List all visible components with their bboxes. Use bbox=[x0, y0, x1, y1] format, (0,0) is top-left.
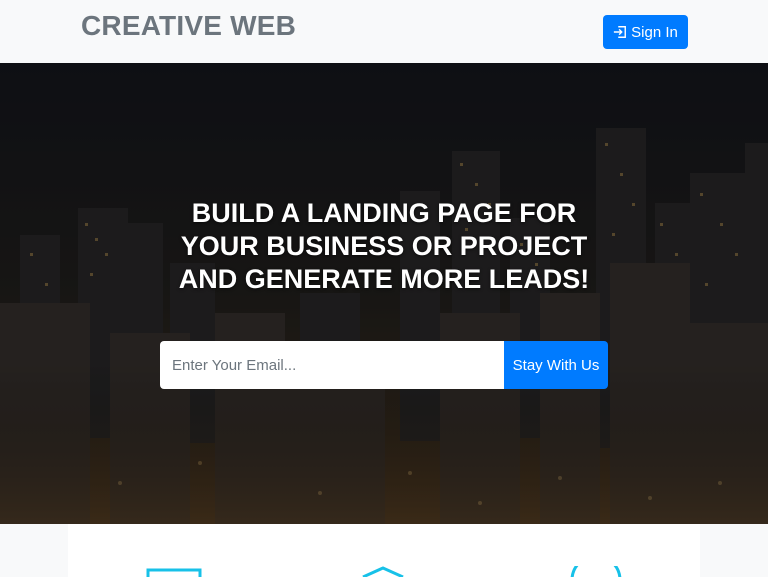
features-container bbox=[68, 524, 700, 577]
features-section bbox=[0, 524, 768, 577]
navbar: CREATIVE WEB Sign In bbox=[0, 0, 768, 63]
stay-with-us-button[interactable]: Stay With Us bbox=[504, 341, 608, 389]
headline-line: YOUR BUSINESS OR PROJECT bbox=[180, 231, 588, 261]
headline-line: BUILD A LANDING PAGE FOR bbox=[191, 198, 577, 228]
signup-form: Stay With Us bbox=[160, 341, 608, 389]
layers-icon bbox=[362, 566, 404, 577]
check-circle-icon bbox=[570, 566, 622, 577]
sign-in-label: Sign In bbox=[631, 23, 678, 41]
email-input[interactable] bbox=[160, 341, 504, 389]
brand-logo[interactable]: CREATIVE WEB bbox=[81, 10, 296, 42]
hero-section: BUILD A LANDING PAGE FOR YOUR BUSINESS O… bbox=[0, 63, 768, 524]
headline-line: AND GENERATE MORE LEADS! bbox=[178, 264, 590, 294]
desktop-icon bbox=[146, 568, 202, 577]
sign-in-button[interactable]: Sign In bbox=[603, 15, 688, 49]
hero-headline: BUILD A LANDING PAGE FOR YOUR BUSINESS O… bbox=[0, 197, 768, 296]
sign-in-icon bbox=[614, 26, 627, 38]
